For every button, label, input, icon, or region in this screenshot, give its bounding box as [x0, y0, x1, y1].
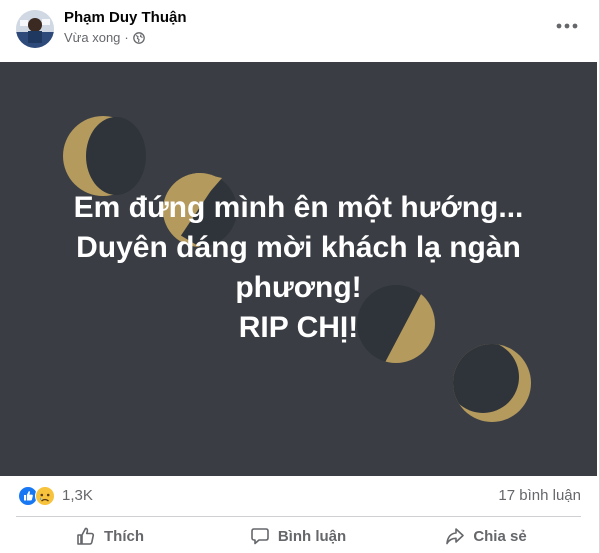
globe-icon[interactable] [132, 31, 145, 44]
post-header: Phạm Duy Thuận Vừa xong · [0, 0, 600, 62]
post-image-text: Em đứng mình ên một hướng... Duyên dáng … [40, 188, 557, 348]
divider [16, 516, 581, 517]
separator-dot: · [124, 30, 129, 45]
thumbs-up-icon [77, 527, 95, 545]
post-card: Phạm Duy Thuận Vừa xong · Em đứng mình ê… [0, 0, 600, 553]
share-button-label: Chia sẻ [473, 527, 527, 545]
like-button-label: Thích [104, 527, 144, 545]
image-text-line-2: Duyên dáng mời khách lạ ngàn [76, 231, 521, 264]
moon-phase-1 [63, 116, 146, 196]
action-bar: Thích Bình luận Chia sẻ [0, 518, 597, 553]
comment-count[interactable]: 17 bình luận [498, 487, 581, 504]
ellipsis-icon [556, 16, 578, 34]
sad-icon [35, 486, 55, 506]
post-timestamp[interactable]: Vừa xong [64, 30, 120, 45]
comment-button[interactable]: Bình luận [208, 520, 388, 552]
comment-icon [251, 528, 269, 545]
image-text-line-4: RIP CHỊ! [238, 311, 359, 344]
author-name[interactable]: Phạm Duy Thuận [64, 9, 187, 26]
post-image[interactable]: Em đứng mình ên một hướng... Duyên dáng … [0, 62, 597, 476]
comment-button-label: Bình luận [277, 527, 347, 545]
image-text-line-3: phương! [235, 271, 362, 304]
reaction-count[interactable]: 1,3K [62, 487, 93, 504]
like-button[interactable]: Thích [20, 520, 200, 552]
more-options-button[interactable] [552, 14, 582, 36]
image-text-line-1: Em đứng mình ên một hướng... [73, 191, 524, 224]
moon-phase-4 [453, 344, 531, 422]
share-arrow-icon [446, 528, 465, 545]
post-meta: Vừa xong · [64, 30, 145, 45]
share-button[interactable]: Chia sẻ [396, 520, 576, 552]
reaction-icons[interactable] [18, 486, 58, 506]
reactions-bar: 1,3K 17 bình luận [0, 476, 597, 516]
like-icon [18, 486, 38, 506]
author-avatar[interactable] [16, 10, 54, 48]
